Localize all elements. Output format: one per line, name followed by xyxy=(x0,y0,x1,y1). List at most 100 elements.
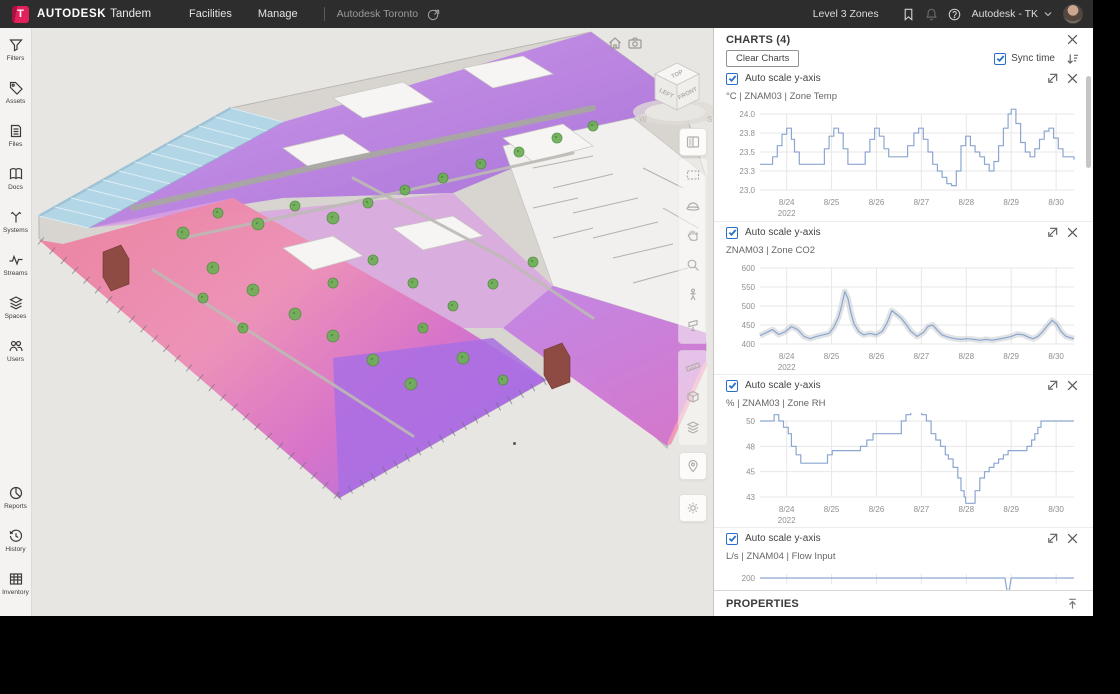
chart-plot-zone-rh[interactable]: 8/2420228/258/268/278/288/298/3050484543 xyxy=(726,413,1080,525)
tandem-logo[interactable]: T xyxy=(12,6,29,23)
panel-scrollbar-thumb[interactable] xyxy=(1086,76,1091,168)
svg-text:500: 500 xyxy=(742,302,756,311)
sidebar-item-reports[interactable]: Reports xyxy=(0,481,32,524)
svg-text:50: 50 xyxy=(746,417,755,426)
remove-chart-icon[interactable] xyxy=(1066,379,1079,392)
viewport-3d[interactable]: TOP LEFT FRONT W S xyxy=(33,28,713,616)
sidebar-item-files[interactable]: Files xyxy=(0,119,32,162)
remove-chart-icon[interactable] xyxy=(1066,532,1079,545)
sync-time-checkbox[interactable] xyxy=(994,53,1006,65)
auto-scale-checkbox[interactable] xyxy=(726,73,738,85)
levels-button[interactable] xyxy=(679,413,707,441)
file-icon xyxy=(8,123,24,139)
reset-zoom-icon[interactable] xyxy=(1046,532,1059,545)
chart-plot-flow-input[interactable]: 8/2420228/258/268/278/288/298/30200 xyxy=(726,566,1080,590)
camera-icon[interactable] xyxy=(627,35,643,51)
sync-time-label: Sync time xyxy=(1011,53,1055,64)
sort-descending-icon[interactable] xyxy=(1066,52,1079,65)
svg-text:8/28: 8/28 xyxy=(959,505,975,514)
home-view-icon[interactable] xyxy=(607,35,623,51)
layers-icon xyxy=(8,295,24,311)
settings-button[interactable] xyxy=(679,494,707,522)
sidebar-item-users[interactable]: Users xyxy=(0,334,32,377)
section-box-button[interactable] xyxy=(679,383,707,411)
chart-plot-zone-temp[interactable]: 8/2420228/258/268/278/288/298/3024.023.8… xyxy=(726,106,1080,218)
gear-icon xyxy=(685,500,701,516)
walk-person-icon xyxy=(685,287,701,303)
menu-manage[interactable]: Manage xyxy=(258,8,298,20)
facility-name[interactable]: Autodesk Toronto xyxy=(337,8,419,20)
svg-text:43: 43 xyxy=(746,493,755,502)
sidebar-item-spaces[interactable]: Spaces xyxy=(0,291,32,334)
svg-text:2022: 2022 xyxy=(778,516,796,525)
sidebar-item-assets[interactable]: Assets xyxy=(0,76,32,119)
svg-text:8/27: 8/27 xyxy=(914,352,930,361)
expand-properties-icon[interactable] xyxy=(1066,597,1079,610)
help-icon[interactable] xyxy=(947,7,962,22)
user-avatar[interactable] xyxy=(1063,4,1083,24)
levels-layers-icon xyxy=(685,419,701,435)
locate-button[interactable] xyxy=(679,452,707,480)
properties-bar[interactable]: PROPERTIES xyxy=(714,590,1093,616)
sidebar-item-history[interactable]: History xyxy=(0,524,32,567)
chart-plot-zone-co2[interactable]: 8/2420228/258/268/278/288/298/3060055050… xyxy=(726,260,1080,372)
pan-button[interactable] xyxy=(679,221,707,249)
reset-zoom-icon[interactable] xyxy=(1046,72,1059,85)
zoom-button[interactable] xyxy=(679,251,707,279)
sidebar-label: Docs xyxy=(8,184,23,191)
menu-facilities[interactable]: Facilities xyxy=(189,8,232,20)
remove-chart-icon[interactable] xyxy=(1066,226,1079,239)
sidebar-item-docs[interactable]: Docs xyxy=(0,162,32,205)
sidebar-label: Assets xyxy=(6,98,26,105)
marquee-icon xyxy=(685,167,701,183)
top-bar: T AUTODESKTandem Facilities Manage Autod… xyxy=(0,0,1093,28)
sidebar-item-systems[interactable]: Systems xyxy=(0,205,32,248)
chart-series-label: ZNAM03 | Zone CO2 xyxy=(726,245,1079,256)
marquee-select-button[interactable] xyxy=(679,161,707,189)
auto-scale-label: Auto scale y-axis xyxy=(745,73,821,84)
sidebar-item-filters[interactable]: Filters xyxy=(0,33,32,76)
first-person-button[interactable] xyxy=(679,281,707,309)
svg-text:8/30: 8/30 xyxy=(1048,198,1064,207)
sidebar-label: Inventory xyxy=(2,589,29,596)
viewcube-west-label[interactable]: W xyxy=(639,115,647,124)
auto-scale-checkbox[interactable] xyxy=(726,533,738,545)
model-tool-group xyxy=(678,350,708,446)
orbit-button[interactable] xyxy=(679,191,707,219)
sidebar-item-streams[interactable]: Streams xyxy=(0,248,32,291)
chart-section-zone-temp: Auto scale y-axis °C | ZNAM03 | Zone Tem… xyxy=(714,68,1093,221)
split-view-button[interactable] xyxy=(679,128,707,156)
chevron-down-icon[interactable] xyxy=(1043,9,1053,19)
building-model-3d[interactable] xyxy=(33,28,713,616)
svg-text:8/26: 8/26 xyxy=(869,352,885,361)
account-menu[interactable]: Autodesk - TK xyxy=(972,8,1038,20)
chart-series-label: L/s | ZNAM04 | Flow Input xyxy=(726,551,1079,562)
notifications-bell-icon[interactable] xyxy=(924,7,939,22)
svg-text:2022: 2022 xyxy=(778,363,796,372)
clear-charts-button[interactable]: Clear Charts xyxy=(726,50,799,67)
svg-text:8/25: 8/25 xyxy=(824,505,840,514)
reset-zoom-icon[interactable] xyxy=(1046,379,1059,392)
auto-scale-checkbox[interactable] xyxy=(726,380,738,392)
main-menu: Facilities Manage xyxy=(189,8,298,20)
chart-section-flow-input: Auto scale y-axis L/s | ZNAM04 | Flow In… xyxy=(714,527,1093,590)
zone-south-purple[interactable] xyxy=(333,338,546,498)
charts-panel-title: CHARTS (4) xyxy=(726,34,790,46)
sidebar-item-inventory[interactable]: Inventory xyxy=(0,567,32,610)
auto-scale-checkbox[interactable] xyxy=(726,227,738,239)
auto-scale-label: Auto scale y-axis xyxy=(745,533,821,544)
sidebar-label: Streams xyxy=(3,270,27,277)
bookmark-icon[interactable] xyxy=(901,7,916,22)
svg-text:23.0: 23.0 xyxy=(739,186,755,195)
view-cube[interactable]: TOP LEFT FRONT W S xyxy=(625,54,713,130)
close-panel-icon[interactable] xyxy=(1066,33,1079,46)
share-facility-icon[interactable] xyxy=(426,7,441,22)
book-icon xyxy=(8,166,24,182)
sidebar-label: Users xyxy=(7,356,24,363)
sidebar-label: History xyxy=(5,546,25,553)
measure-button[interactable] xyxy=(679,353,707,381)
reset-zoom-icon[interactable] xyxy=(1046,226,1059,239)
look-around-button[interactable] xyxy=(679,311,707,339)
stage: T AUTODESKTandem Facilities Manage Autod… xyxy=(0,0,1120,694)
remove-chart-icon[interactable] xyxy=(1066,72,1079,85)
